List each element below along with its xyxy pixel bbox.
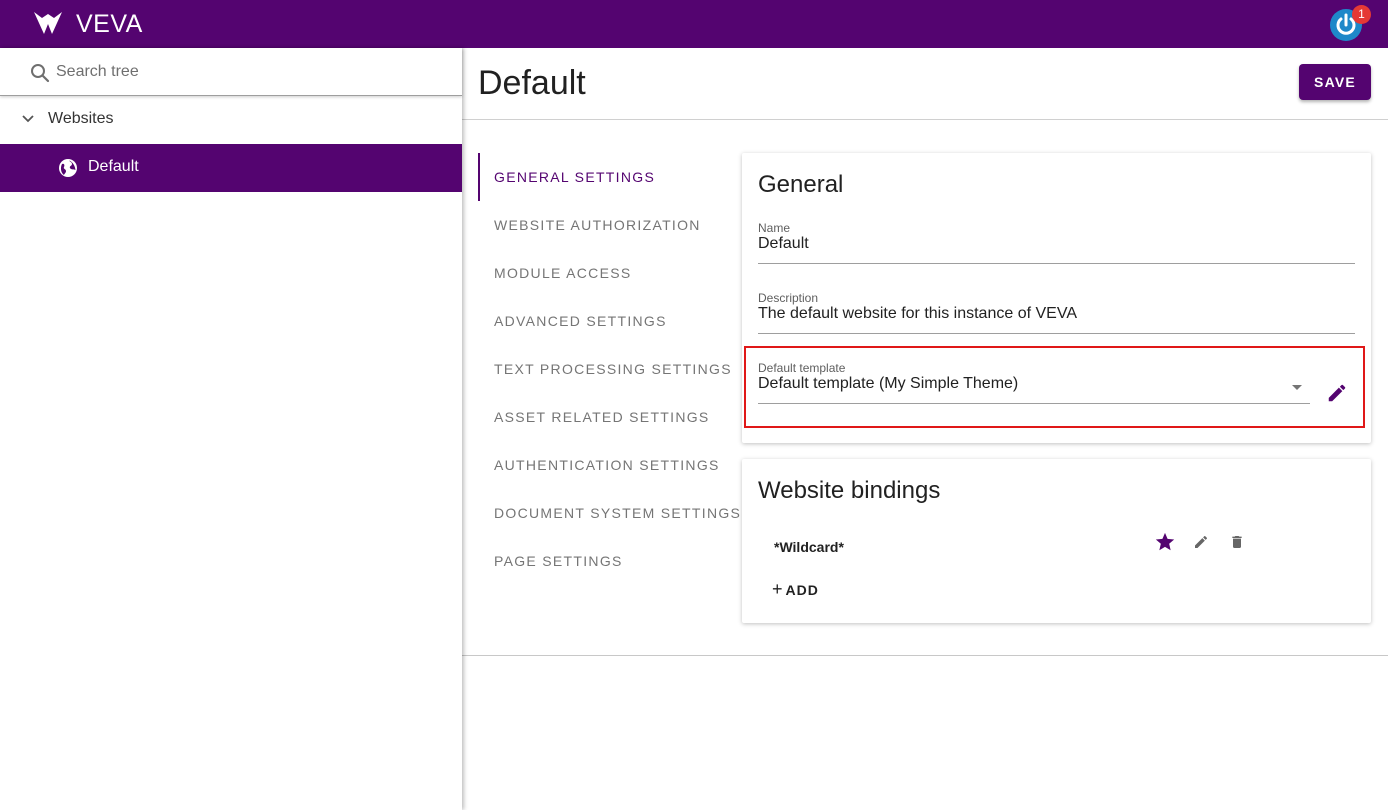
tree-item-label: Websites — [48, 110, 114, 127]
chevron-down-icon[interactable] — [20, 111, 36, 127]
app-name: VEVA — [76, 10, 143, 38]
field-underline — [758, 333, 1355, 334]
tab-document-system-settings[interactable]: DOCUMENT SYSTEM SETTINGS — [478, 489, 740, 537]
binding-name: *Wildcard* — [774, 539, 844, 555]
field-underline — [758, 263, 1355, 264]
default-template-value[interactable]: Default template (My Simple Theme) — [758, 375, 1018, 393]
default-template-select[interactable]: Default template Default template (My Si… — [758, 361, 1310, 405]
pencil-icon[interactable] — [1193, 534, 1209, 550]
tree-item-default[interactable]: Default — [0, 144, 462, 192]
bindings-card-title: Website bindings — [758, 477, 941, 504]
veva-logo-icon — [34, 12, 62, 34]
trash-icon[interactable] — [1229, 534, 1245, 550]
header-divider — [462, 119, 1388, 120]
globe-icon — [59, 159, 77, 177]
tab-module-access[interactable]: MODULE ACCESS — [478, 249, 738, 297]
tab-text-processing-settings[interactable]: TEXT PROCESSING SETTINGS — [478, 345, 738, 393]
main-content: Default SAVE GENERAL SETTINGS WEBSITE AU… — [462, 48, 1388, 810]
field-underline — [758, 403, 1310, 404]
tab-page-settings[interactable]: PAGE SETTINGS — [478, 537, 738, 585]
star-icon[interactable] — [1154, 531, 1176, 553]
save-button[interactable]: SAVE — [1299, 64, 1371, 100]
content-bottom-divider — [462, 655, 1388, 656]
tab-authentication-settings[interactable]: AUTHENTICATION SETTINGS — [478, 441, 738, 489]
page-title: Default — [478, 64, 586, 102]
tab-asset-related-settings[interactable]: ASSET RELATED SETTINGS — [478, 393, 738, 441]
tree-item-label: Default — [88, 158, 139, 175]
description-field-value[interactable]: The default website for this instance of… — [758, 305, 1077, 323]
add-binding-button[interactable]: + ADD — [772, 577, 819, 601]
dropdown-arrow-icon[interactable] — [1292, 385, 1302, 390]
tree-item-websites[interactable]: Websites — [0, 96, 462, 144]
name-field-value[interactable]: Default — [758, 235, 809, 253]
sidebar: Websites Default — [0, 48, 462, 810]
top-app-bar: VEVA 1 — [0, 0, 1388, 48]
pencil-icon[interactable] — [1326, 382, 1348, 404]
description-field[interactable]: Description The default website for this… — [758, 291, 1355, 335]
plus-icon: + — [772, 578, 784, 599]
default-template-label: Default template — [758, 361, 846, 375]
search-input[interactable] — [56, 60, 436, 84]
search-icon — [31, 64, 50, 83]
tab-advanced-settings[interactable]: ADVANCED SETTINGS — [478, 297, 738, 345]
general-card-title: General — [758, 171, 844, 198]
general-card: General Name Default Description The def… — [742, 153, 1371, 443]
tab-website-authorization[interactable]: WEBSITE AUTHORIZATION — [478, 201, 738, 249]
add-binding-label: ADD — [785, 581, 819, 598]
settings-tabs: GENERAL SETTINGS WEBSITE AUTHORIZATION M… — [478, 153, 740, 585]
website-bindings-card: Website bindings *Wildcard* + ADD — [742, 459, 1371, 623]
notification-badge: 1 — [1352, 5, 1371, 24]
search-bar — [0, 48, 462, 96]
tab-general-settings[interactable]: GENERAL SETTINGS — [478, 153, 738, 201]
description-field-label: Description — [758, 291, 819, 305]
name-field[interactable]: Name Default — [758, 221, 1355, 265]
name-field-label: Name — [758, 221, 791, 235]
